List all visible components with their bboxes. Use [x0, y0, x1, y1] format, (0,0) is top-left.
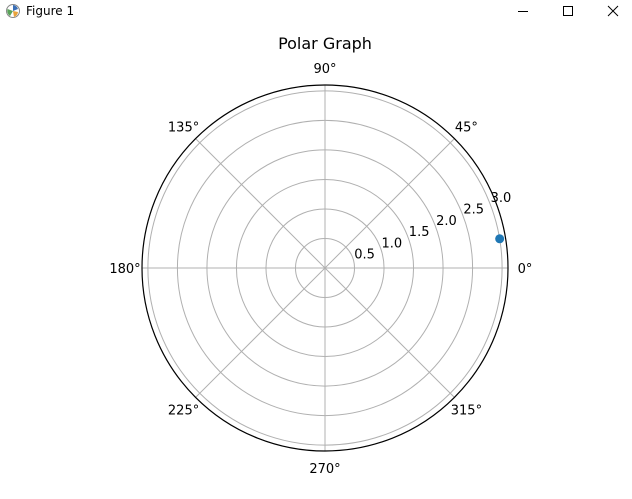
minimize-button[interactable]: [500, 0, 546, 22]
theta-tick-label: 45°: [455, 121, 478, 136]
theta-tick-label: 315°: [451, 403, 482, 418]
theta-tick-label: 270°: [309, 462, 340, 477]
r-tick-label: 2.5: [463, 203, 484, 218]
data-point: [495, 234, 505, 244]
close-icon: [607, 5, 619, 17]
maximize-icon: [563, 6, 573, 16]
window-titlebar: Figure 1: [0, 0, 632, 22]
chart-title: Polar Graph: [278, 34, 372, 53]
theta-tick-label: 90°: [313, 62, 336, 77]
theta-gridline: [324, 267, 455, 398]
r-tick-label: 2.0: [436, 214, 457, 229]
r-tick-label: 3.0: [491, 191, 512, 206]
minimize-icon: [518, 11, 528, 12]
maximize-button[interactable]: [545, 0, 591, 22]
theta-tick-label: 135°: [168, 121, 199, 136]
theta-gridline: [195, 267, 326, 398]
matplotlib-icon: [6, 4, 20, 18]
r-tick-label: 1.5: [409, 225, 430, 240]
figure-canvas: Polar Graph 0° 45° 90° 135° 180° 225° 270° 315°…: [0, 22, 632, 495]
r-tick-label: 1.0: [382, 236, 403, 251]
polar-chart: Polar Graph 0° 45° 90° 135° 180° 225° 270° 315°…: [109, 34, 533, 477]
theta-tick-label: 225°: [168, 403, 199, 418]
r-tick-label: 0.5: [354, 248, 375, 263]
window-title: Figure 1: [26, 4, 75, 18]
theta-tick-label: 0°: [518, 262, 533, 277]
theta-gridline: [195, 138, 326, 269]
theta-tick-label: 180°: [109, 262, 140, 277]
close-button[interactable]: [590, 0, 632, 22]
